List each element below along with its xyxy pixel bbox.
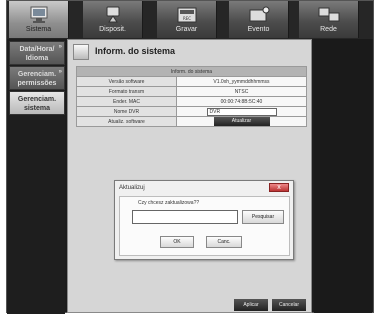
main-panel: Inform. do sistema Inform. do sistema Ve…	[67, 39, 312, 313]
system-icon	[30, 6, 47, 23]
device-icon	[106, 6, 119, 23]
record-icon: REC	[177, 7, 196, 23]
table-row: Versão software V1.0xh_yymmddhhmmss	[76, 76, 307, 87]
tab-label: Sistema	[25, 26, 52, 33]
update-cell: Atualizar	[176, 116, 307, 127]
sidebar-item-label: Data/Hora/ Idioma	[19, 46, 55, 62]
sidebar-item-gerenciam-permissoes[interactable]: » Gerenciam. permissões	[9, 66, 65, 90]
info-icon	[73, 44, 89, 60]
network-icon	[318, 7, 339, 22]
tab-disposit[interactable]: Disposit.	[83, 1, 143, 38]
dialog-question: Czy chcesz zaktualizowa??	[138, 200, 200, 206]
dialog-title: Aktualizuj	[119, 185, 145, 191]
file-path-input[interactable]	[132, 210, 238, 224]
top-tab-bar: Sistema Disposit. REC Gravar Evento Rede	[7, 1, 373, 39]
tab-evento[interactable]: Evento	[229, 1, 289, 38]
dialog-cancel-button[interactable]: Canc.	[206, 236, 242, 248]
table-row: Formato transm NTSC	[76, 86, 307, 97]
svg-text:REC: REC	[182, 16, 190, 21]
event-icon	[249, 6, 269, 22]
tab-label: Evento	[247, 26, 270, 33]
row-value: V1.0xh_yymmddhhmmss	[176, 76, 307, 87]
sidebar-item-gerenciam-sistema[interactable]: Gerenciam. sistema	[9, 91, 65, 115]
sidebar-item-label: Gerenciam. permissões	[17, 71, 57, 87]
sidebar-item-label: Gerenciam. sistema	[17, 96, 57, 112]
tab-rede[interactable]: Rede	[299, 1, 359, 38]
row-key: Ender. MAC	[76, 96, 177, 107]
table-row: Atualiz. software Atualizar	[76, 116, 307, 127]
row-key: Versão software	[76, 76, 177, 87]
table-row: Nome DVR DVR	[76, 106, 307, 117]
row-key: Formato transm	[76, 86, 177, 97]
cancel-button[interactable]: Cancelar	[272, 299, 306, 311]
apply-button[interactable]: Aplicar	[234, 299, 268, 311]
dvr-name-cell: DVR	[176, 106, 307, 117]
row-value: NTSC	[176, 86, 307, 97]
arrow-icon: »	[58, 69, 62, 75]
table-header: Inform. do sistema	[76, 66, 307, 77]
update-software-button[interactable]: Atualizar	[213, 117, 270, 126]
ok-button[interactable]: OK	[160, 236, 194, 248]
tab-sistema[interactable]: Sistema	[9, 1, 69, 38]
row-key: Atualiz. software	[76, 116, 177, 127]
sidebar: » Data/Hora/ Idioma » Gerenciam. permiss…	[7, 39, 65, 314]
info-table: Inform. do sistema Versão software V1.0x…	[76, 66, 307, 127]
dialog-body: Czy chcesz zaktualizowa?? Pesquisar OK C…	[119, 196, 290, 256]
tab-label: Disposit.	[99, 26, 126, 33]
right-panel	[314, 39, 372, 313]
app-window: Sistema Disposit. REC Gravar Evento Rede…	[6, 0, 374, 314]
browse-button[interactable]: Pesquisar	[242, 210, 284, 224]
tab-gravar[interactable]: REC Gravar	[157, 1, 217, 38]
close-button[interactable]: x	[269, 183, 289, 192]
arrow-icon: »	[58, 44, 62, 50]
tab-label: Gravar	[175, 26, 198, 33]
row-value: 00:00:74:8B:5C:40	[176, 96, 307, 107]
table-row: Ender. MAC 00:00:74:8B:5C:40	[76, 96, 307, 107]
row-key: Nome DVR	[76, 106, 177, 117]
tab-label: Rede	[320, 26, 337, 33]
sidebar-item-data-hora-idioma[interactable]: » Data/Hora/ Idioma	[9, 41, 65, 65]
dvr-name-input[interactable]: DVR	[206, 107, 277, 116]
update-dialog: Aktualizuj x Czy chcesz zaktualizowa?? P…	[114, 180, 294, 260]
page-title: Inform. do sistema	[95, 46, 176, 56]
